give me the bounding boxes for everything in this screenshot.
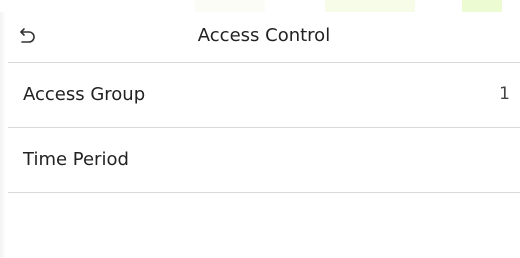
page-title: Access Control bbox=[197, 25, 331, 46]
menu-list: Access Group 1 Time Period bbox=[8, 63, 520, 193]
menu-item-access-group[interactable]: Access Group 1 bbox=[8, 63, 520, 128]
menu-item-value: 1 bbox=[499, 84, 510, 104]
top-accent bbox=[325, 0, 415, 12]
menu-item-label: Time Period bbox=[23, 149, 129, 170]
menu-item-time-period[interactable]: Time Period bbox=[8, 128, 520, 193]
edge-shadow bbox=[0, 12, 6, 258]
top-strip bbox=[0, 0, 520, 12]
header-bar: Access Control bbox=[8, 12, 520, 63]
top-accent bbox=[195, 0, 265, 12]
menu-item-label: Access Group bbox=[23, 84, 146, 105]
top-accent bbox=[462, 0, 502, 12]
